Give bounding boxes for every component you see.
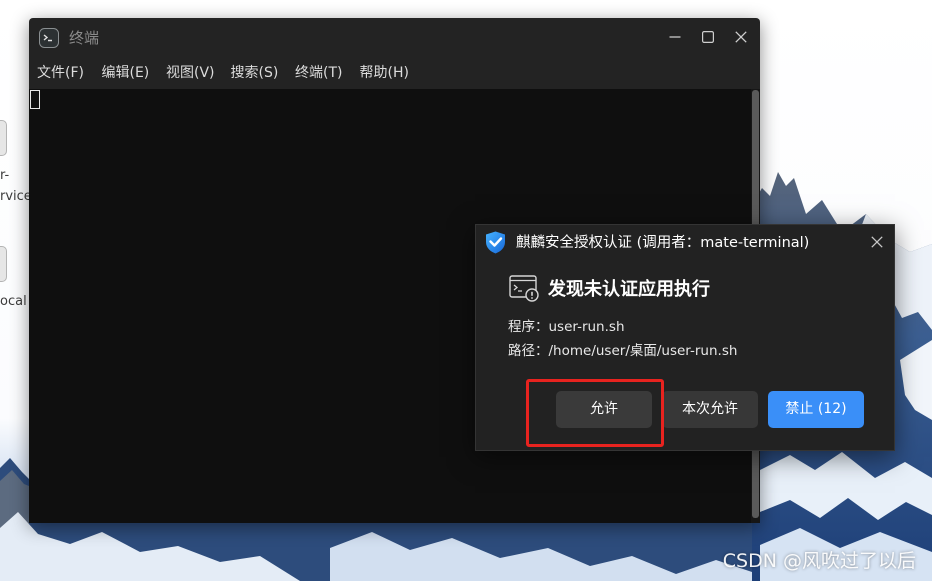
text-cursor	[30, 90, 40, 109]
dialog-heading: 发现未认证应用执行	[548, 279, 710, 300]
minimize-icon	[669, 36, 681, 38]
desktop-file-icon[interactable]	[0, 120, 7, 156]
menu-bar: 文件(F) 编辑(E) 视图(V) 搜索(S) 终端(T) 帮助(H)	[29, 58, 760, 88]
shield-check-icon	[485, 231, 506, 254]
minimize-button[interactable]	[662, 24, 688, 50]
window-title: 终端	[69, 29, 100, 47]
menu-item-help[interactable]: 帮助(H)	[352, 58, 417, 88]
menu-item-view[interactable]: 视图(V)	[158, 58, 223, 88]
terminal-warning-icon	[509, 275, 539, 302]
close-window-button[interactable]	[728, 24, 754, 50]
allow-once-button[interactable]: 本次允许	[662, 391, 758, 428]
desktop-icon-label[interactable]: ocal	[0, 292, 27, 312]
desktop-screen: r- rvice ocal 终端 文件(F) 编辑(E) 视图(V) 搜索(S)…	[0, 0, 932, 581]
maximize-icon	[702, 31, 714, 43]
shield-check-icon-graphic	[486, 231, 505, 254]
close-icon	[735, 31, 747, 43]
maximize-button[interactable]	[695, 24, 721, 50]
menu-item-terminal[interactable]: 终端(T)	[287, 58, 352, 88]
menu-item-search[interactable]: 搜索(S)	[223, 58, 288, 88]
watermark: CSDN @风吹过了以后	[722, 550, 916, 572]
deny-button[interactable]: 禁止 (12)	[768, 391, 864, 428]
close-icon	[871, 236, 883, 248]
menu-item-edit[interactable]: 编辑(E)	[94, 58, 159, 88]
terminal-app-icon-graphic	[39, 28, 59, 48]
terminal-warning-icon-graphic	[509, 275, 539, 302]
dialog-title: 麒麟安全授权认证 (调用者：mate-terminal)	[516, 235, 810, 251]
path-label: 路径：	[508, 343, 549, 359]
path-value: /home/user/桌面/user-run.sh	[548, 343, 738, 359]
program-label: 程序：	[508, 319, 549, 335]
highlight-annotation-box	[526, 379, 664, 447]
program-value: user-run.sh	[548, 319, 625, 335]
dialog-close-button[interactable]	[869, 234, 885, 250]
desktop-icon-label[interactable]: rvice	[0, 187, 32, 207]
terminal-titlebar[interactable]: 终端	[29, 18, 760, 56]
program-row: 程序：user-run.sh	[508, 317, 625, 337]
path-row: 路径：/home/user/桌面/user-run.sh	[508, 341, 737, 361]
desktop-file-icon[interactable]	[0, 246, 7, 282]
menu-item-file[interactable]: 文件(F)	[29, 58, 94, 88]
desktop-icon-label[interactable]: r-	[0, 166, 9, 186]
terminal-app-icon	[39, 28, 59, 48]
